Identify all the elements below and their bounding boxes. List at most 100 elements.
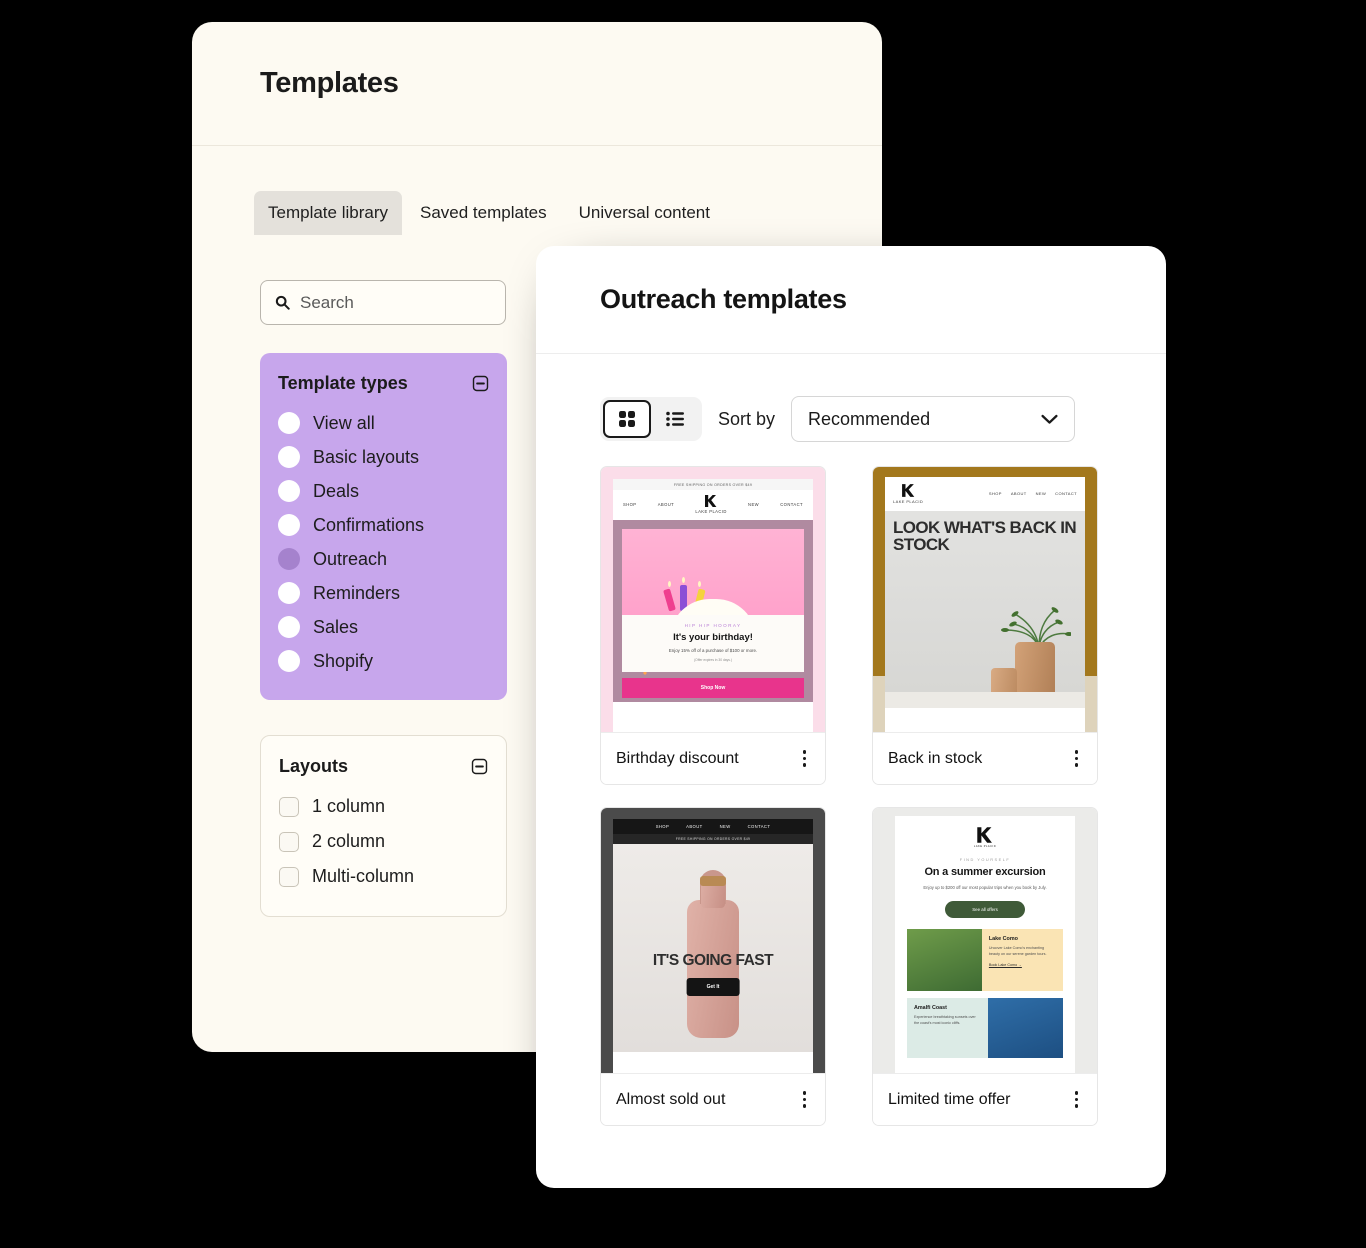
- checkbox-icon: [279, 866, 299, 887]
- template-preview: LAKE PLACID SHOP ABOUT NEW CONTACT LOOK …: [873, 467, 1097, 732]
- filter-option-label: Basic layouts: [313, 446, 420, 467]
- checkbox-icon: [279, 796, 299, 817]
- preview-eyebrow: HIP HIP HOORAY: [684, 622, 742, 628]
- screenshot-stage: Templates Template library Saved templat…: [0, 0, 1366, 1248]
- grid-view-icon: [619, 411, 635, 427]
- preview-cta-button: See all offers: [945, 901, 1025, 919]
- template-card-birthday-discount[interactable]: FREE SHIPPING ON ORDERS OVER $49 SHOP AB…: [600, 466, 826, 785]
- preview-message-block: HIP HIP HOORAY It's your birthday! Enjoy…: [622, 614, 804, 672]
- filter-option-1-column[interactable]: 1 column: [279, 789, 488, 824]
- minus-square-icon[interactable]: [471, 758, 488, 775]
- brand-logo: LAKE PLACID: [893, 484, 923, 504]
- nav-item-about: ABOUT: [1010, 491, 1027, 497]
- nav-item-new: NEW: [748, 501, 759, 507]
- template-preview: FREE SHIPPING ON ORDERS OVER $49 SHOP AB…: [601, 467, 825, 732]
- filter-option-sales[interactable]: Sales: [278, 610, 489, 644]
- filter-option-basic-layouts[interactable]: Basic layouts: [278, 440, 489, 474]
- preview-hero: LOOK WHAT'S BACK IN STOCK: [885, 510, 1085, 708]
- template-card-title: Back in stock: [888, 749, 983, 767]
- radio-icon: [278, 514, 300, 536]
- template-preview: LAKE PLACID FIND YOURSELF On a summer ex…: [873, 808, 1097, 1073]
- template-card-title: Almost sold out: [616, 1090, 726, 1108]
- template-card-limited-time-offer[interactable]: LAKE PLACID FIND YOURSELF On a summer ex…: [872, 807, 1098, 1126]
- nav-item-shop: SHOP: [988, 491, 1002, 497]
- card-footer: Back in stock: [873, 732, 1097, 784]
- filter-option-label: Deals: [313, 480, 360, 501]
- template-card-back-in-stock[interactable]: LAKE PLACID SHOP ABOUT NEW CONTACT LOOK …: [872, 466, 1098, 785]
- chevron-down-icon: [1041, 414, 1058, 424]
- kebab-menu-icon[interactable]: [799, 746, 811, 771]
- filter-option-label: Confirmations: [313, 514, 425, 535]
- preview-nav: SHOP ABOUT NEW CONTACT: [613, 819, 813, 834]
- nav-item-contact: CONTACT: [780, 501, 803, 507]
- minus-square-icon[interactable]: [472, 375, 489, 392]
- filter-option-deals[interactable]: Deals: [278, 474, 489, 508]
- preview-fine-print: (Offer expires in 30 days.): [694, 657, 732, 662]
- preview-destination-link: Book Lake Como →: [988, 963, 1022, 968]
- outreach-templates-window: Outreach templates Sort by Recommended F…: [536, 246, 1166, 1188]
- radio-icon: [278, 582, 300, 604]
- kebab-menu-icon[interactable]: [1071, 746, 1083, 771]
- preview-eyebrow: FIND YOURSELF: [959, 856, 1011, 862]
- nav-item-shop: SHOP: [655, 824, 670, 829]
- template-preview: SHOP ABOUT NEW CONTACT FREE SHIPPING ON …: [601, 808, 825, 1073]
- template-card-almost-sold-out[interactable]: SHOP ABOUT NEW CONTACT FREE SHIPPING ON …: [600, 807, 826, 1126]
- preview-promo-bar: FREE SHIPPING ON ORDERS OVER $49: [613, 834, 813, 844]
- filter-option-label: Shopify: [313, 650, 374, 671]
- filter-option-label: Outreach: [313, 548, 388, 569]
- filter-option-label: View all: [313, 412, 375, 433]
- kebab-menu-icon[interactable]: [799, 1087, 811, 1112]
- filter-option-outreach[interactable]: Outreach: [278, 542, 489, 576]
- search-placeholder: Search: [300, 292, 354, 312]
- list-view-button[interactable]: [651, 400, 699, 438]
- view-mode-toggle: [600, 397, 702, 441]
- list-view-icon: [665, 411, 684, 427]
- filter-group-title: Layouts: [279, 756, 349, 776]
- sort-by-value: Recommended: [808, 408, 931, 429]
- brand-name: LAKE PLACID: [973, 844, 997, 848]
- filter-option-2-column[interactable]: 2 column: [279, 824, 488, 859]
- kebab-menu-icon[interactable]: [1071, 1087, 1083, 1112]
- tab-template-library[interactable]: Template library: [254, 191, 402, 235]
- search-input[interactable]: Search: [260, 280, 506, 325]
- filter-option-confirmations[interactable]: Confirmations: [278, 508, 489, 542]
- brand-name: LAKE PLACID: [893, 498, 924, 504]
- preview-cta-button: Shop Now: [622, 677, 804, 698]
- templates-toolbar: Sort by Recommended: [536, 354, 1166, 442]
- search-icon: [275, 295, 290, 310]
- radio-icon: [278, 446, 300, 468]
- preview-heading: It's your birthday!: [673, 631, 753, 643]
- card-footer: Limited time offer: [873, 1073, 1097, 1125]
- filter-option-label: Sales: [313, 616, 359, 637]
- tab-universal-content[interactable]: Universal content: [565, 191, 724, 235]
- filter-option-multi-column[interactable]: Multi-column: [279, 859, 488, 894]
- brand-name: LAKE PLACID: [695, 508, 727, 514]
- filter-option-label: Reminders: [313, 582, 401, 603]
- preview-nav: SHOP ABOUT LAKE PLACID NEW CONTACT: [613, 490, 813, 520]
- sort-by-select[interactable]: Recommended: [791, 396, 1076, 442]
- outreach-window-header: Outreach templates: [536, 246, 1166, 354]
- filter-option-reminders[interactable]: Reminders: [278, 576, 489, 610]
- filter-option-shopify[interactable]: Shopify: [278, 644, 489, 678]
- preview-nav: LAKE PLACID SHOP ABOUT NEW CONTACT: [885, 477, 1085, 511]
- grid-view-button[interactable]: [603, 400, 651, 438]
- nav-item-shop: SHOP: [623, 501, 637, 507]
- preview-cta-button: Get It: [686, 978, 740, 996]
- preview-bottle-cap: [700, 876, 726, 886]
- page-title: Templates: [260, 67, 399, 99]
- filter-group-header: Template types: [278, 373, 489, 394]
- templates-grid: FREE SHIPPING ON ORDERS OVER $49 SHOP AB…: [536, 442, 1166, 1126]
- card-footer: Almost sold out: [601, 1073, 825, 1125]
- filter-option-view-all[interactable]: View all: [278, 406, 489, 440]
- nav-item-about: ABOUT: [657, 501, 675, 507]
- outreach-page-title: Outreach templates: [600, 284, 847, 314]
- radio-icon: [278, 650, 300, 672]
- preview-destination-amalfi-coast: Amalfi Coast Experience breathtaking sun…: [907, 998, 1063, 1059]
- preview-destination-title: Lake Como: [988, 936, 1018, 943]
- preview-destination-body: Experience breathtaking sunsets over the…: [914, 1015, 976, 1026]
- tab-saved-templates[interactable]: Saved templates: [406, 191, 561, 235]
- filter-group-header: Layouts: [279, 756, 488, 777]
- preview-destination-title: Amalfi Coast: [914, 1005, 947, 1012]
- template-card-title: Limited time offer: [888, 1090, 1011, 1108]
- preview-destination-image: [988, 998, 1063, 1059]
